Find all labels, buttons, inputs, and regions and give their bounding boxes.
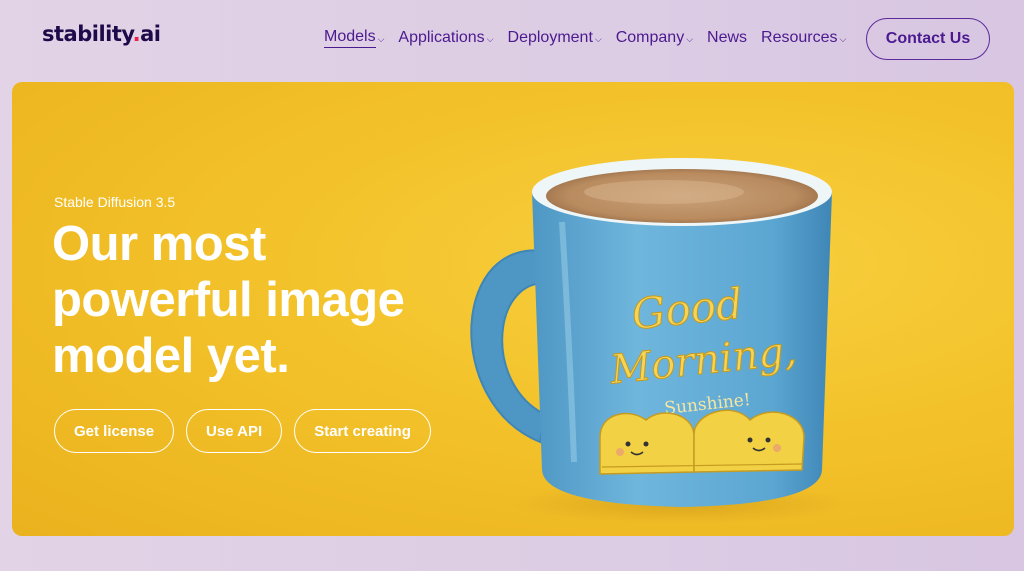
brand-name: stability xyxy=(42,22,133,46)
hero-headline: Our most powerful image model yet. xyxy=(52,216,492,384)
chevron-down-icon: ⌵ xyxy=(377,33,385,44)
top-navbar: stability.ai Models ⌵ Applications ⌵ Dep… xyxy=(0,0,1024,78)
nav-item-label: Company xyxy=(615,29,685,46)
contact-us-button[interactable]: Contact Us xyxy=(866,18,990,60)
nav-item-company[interactable]: Company ⌵ xyxy=(616,28,693,48)
nav-item-label: Applications xyxy=(398,29,485,46)
chevron-down-icon: ⌵ xyxy=(839,33,847,44)
brand-dot: . xyxy=(132,22,141,46)
nav-item-label: Deployment xyxy=(507,29,593,46)
hero-cta-group: Get license Use API Start creating xyxy=(54,409,431,453)
brand-logo[interactable]: stability.ai xyxy=(42,22,161,46)
hero-eyebrow: Stable Diffusion 3.5 xyxy=(54,194,176,210)
brand-suffix: ai xyxy=(140,22,161,46)
nav-item-resources[interactable]: Resources ⌵ xyxy=(761,28,846,48)
headline-line: model yet. xyxy=(52,329,290,383)
nav-item-label: News xyxy=(707,29,748,46)
chevron-down-icon: ⌵ xyxy=(686,33,694,44)
hero-banner: Stable Diffusion 3.5 Our most powerful i… xyxy=(12,82,1014,536)
main-menu: Models ⌵ Applications ⌵ Deployment ⌵ Com… xyxy=(324,28,860,48)
nav-item-news[interactable]: News xyxy=(707,28,747,48)
nav-item-models[interactable]: Models ⌵ xyxy=(324,28,384,48)
headline-line: Our most xyxy=(52,217,266,271)
get-license-button[interactable]: Get license xyxy=(54,409,175,453)
use-api-button[interactable]: Use API xyxy=(186,409,283,453)
nav-item-deployment[interactable]: Deployment ⌵ xyxy=(508,28,602,48)
coffee-mug-image: Good Morning, Sunshine! xyxy=(470,158,850,524)
nav-item-label: Models xyxy=(324,28,376,48)
headline-line: powerful image xyxy=(52,273,405,327)
chevron-down-icon: ⌵ xyxy=(486,33,494,44)
nav-item-label: Resources xyxy=(761,29,838,46)
nav-item-applications[interactable]: Applications ⌵ xyxy=(398,28,493,48)
start-creating-button[interactable]: Start creating xyxy=(294,409,431,453)
chevron-down-icon: ⌵ xyxy=(594,33,602,44)
